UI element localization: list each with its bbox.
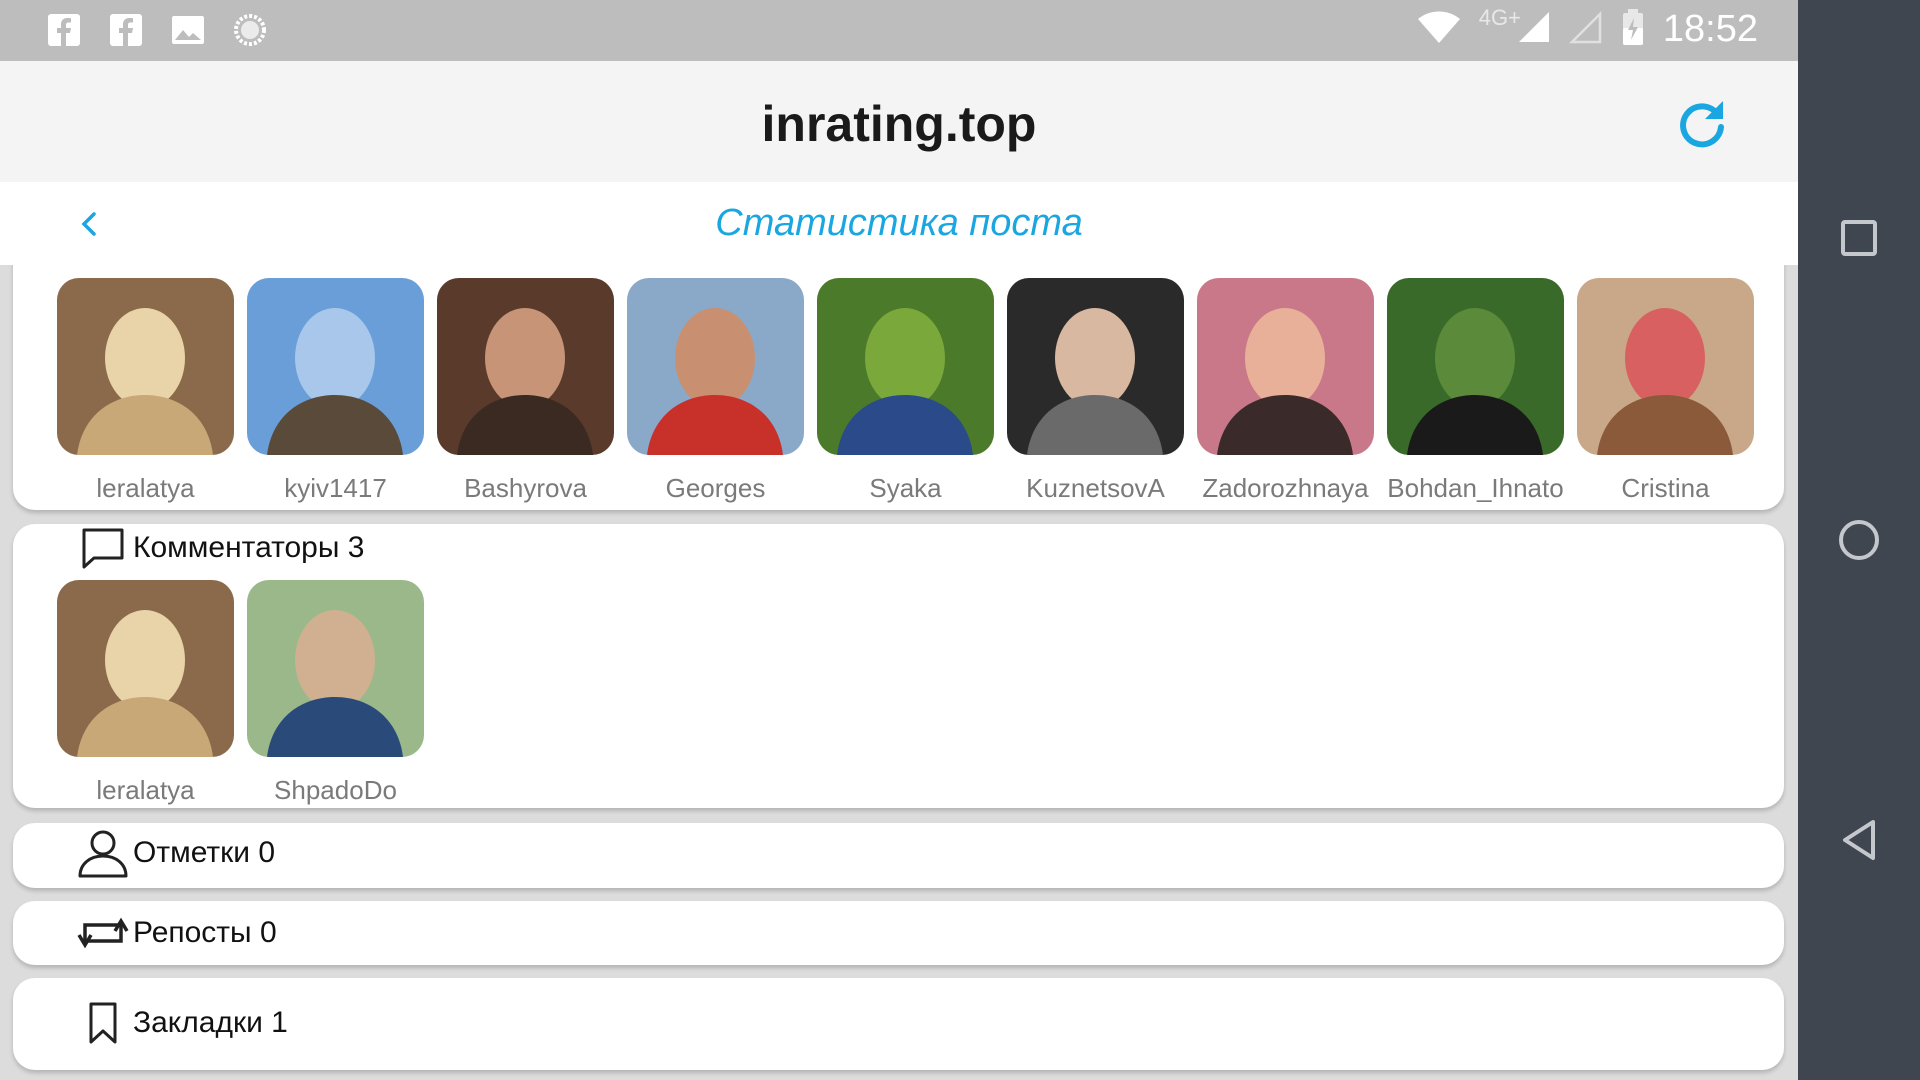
avatar	[1387, 278, 1564, 455]
signal-empty-icon	[1568, 10, 1603, 49]
home-button[interactable]	[1798, 518, 1920, 562]
avatar-username: ShpadoDo	[274, 775, 397, 805]
avatar	[817, 278, 994, 455]
square-icon	[1841, 220, 1877, 256]
avatar	[1577, 278, 1754, 455]
recents-button[interactable]	[1798, 218, 1920, 258]
commenters-label: Комментаторы 3	[133, 531, 365, 564]
user-avatar-item[interactable]: ShpadoDo	[247, 580, 424, 806]
comment-icon	[77, 524, 129, 572]
image-icon	[170, 12, 206, 48]
triangle-back-icon	[1843, 820, 1875, 860]
network-type: 4G+	[1478, 4, 1521, 30]
navigation-bar	[1798, 0, 1920, 1080]
back-nav-button[interactable]	[1798, 818, 1920, 862]
avatar-username: KuznetsovA	[1026, 473, 1165, 503]
facebook-icon	[46, 12, 82, 48]
page-title: Статистика поста	[715, 202, 1083, 244]
avatar	[247, 278, 424, 455]
tags-card[interactable]: Отметки 0	[13, 823, 1784, 888]
user-avatar-item[interactable]: leralatya	[57, 278, 234, 504]
signal-icon	[1517, 10, 1551, 49]
bookmarks-header: Закладки 1	[77, 999, 288, 1047]
avatar-username: Bohdan_Ihnato	[1387, 473, 1564, 503]
user-avatar-item[interactable]: Bashyrova	[437, 278, 614, 504]
reposts-card[interactable]: Репосты 0	[13, 901, 1784, 965]
commenters-header: Комментаторы 3	[77, 524, 364, 572]
tags-header: Отметки 0	[77, 829, 276, 878]
status-bar: 4G+ 18:52	[0, 0, 1798, 61]
avatar-username: leralatya	[96, 473, 195, 503]
avatar-username: kyiv1417	[284, 473, 387, 503]
avatar	[57, 580, 234, 757]
person-icon	[77, 829, 129, 878]
user-avatar-item[interactable]: kyiv1417	[247, 278, 424, 504]
avatar-username: Bashyrova	[464, 473, 587, 503]
avatar	[1007, 278, 1184, 455]
user-avatar-item[interactable]: Bohdan_Ihnato	[1387, 278, 1564, 504]
app-title: inrating.top	[761, 96, 1037, 152]
user-avatar-item[interactable]: Syaka	[817, 278, 994, 504]
user-avatar-item[interactable]: KuznetsovA	[1007, 278, 1184, 504]
refresh-button[interactable]	[1672, 93, 1732, 153]
bookmarks-card[interactable]: Закладки 1	[13, 978, 1784, 1070]
avatar	[437, 278, 614, 455]
reposts-label: Репосты 0	[133, 916, 277, 949]
avatar-username: Georges	[665, 473, 766, 503]
clock: 18:52	[1662, 8, 1758, 50]
user-avatar-item[interactable]: Cristina	[1577, 278, 1754, 504]
refresh-icon	[1680, 101, 1724, 148]
avatar-username: leralatya	[96, 775, 195, 805]
content-area: leralatya kyiv1417 Bashyrova Georges Syaka Ku…	[0, 235, 1798, 1080]
reposts-header: Репосты 0	[77, 909, 277, 957]
likers-list: leralatya kyiv1417 Bashyrova Georges Syaka Ku…	[57, 278, 1754, 504]
circle-icon	[1839, 520, 1879, 560]
bookmarks-label: Закладки 1	[133, 1006, 288, 1039]
notification-icons	[46, 12, 268, 48]
user-avatar-item[interactable]: leralatya	[57, 580, 234, 806]
avatar-username: Zadorozhnaya	[1202, 473, 1369, 503]
sub-header: Статистика поста	[0, 182, 1798, 265]
app-header: inrating.top	[0, 61, 1798, 182]
avatar-username: Cristina	[1621, 473, 1710, 503]
user-avatar-item[interactable]: Zadorozhnaya	[1197, 278, 1374, 504]
commenters-list: leralatya ShpadoDo	[57, 580, 424, 806]
repost-icon	[77, 909, 129, 957]
avatar-username: Syaka	[869, 473, 942, 503]
bookmark-icon	[77, 999, 129, 1047]
likers-card: leralatya kyiv1417 Bashyrova Georges Syaka Ku…	[13, 235, 1784, 510]
user-avatar-item[interactable]: Georges	[627, 278, 804, 504]
system-status: 4G+ 18:52	[1417, 4, 1758, 51]
wifi-icon	[1417, 10, 1461, 49]
avatar	[57, 278, 234, 455]
avatar	[1197, 278, 1374, 455]
loading-icon	[232, 12, 268, 48]
battery-icon	[1621, 8, 1645, 51]
commenters-card: Комментаторы 3 leralatya ShpadoDo	[13, 524, 1784, 808]
facebook-icon	[108, 12, 144, 48]
tags-label: Отметки 0	[133, 836, 276, 869]
avatar	[627, 278, 804, 455]
avatar	[247, 580, 424, 757]
